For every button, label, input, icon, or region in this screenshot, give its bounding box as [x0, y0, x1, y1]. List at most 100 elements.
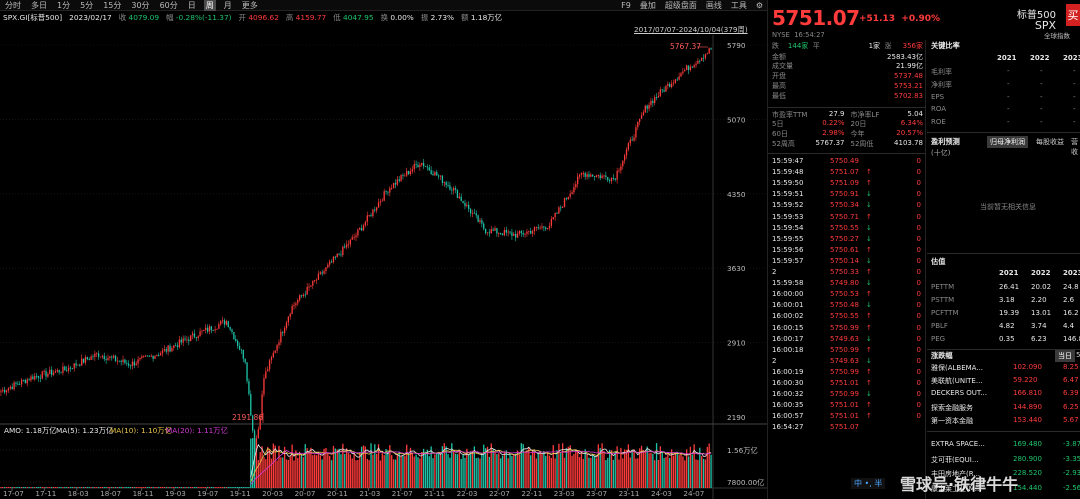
kline-chart[interactable]: 5790 5070 4350 3630 2910 2190 1.56万亿 7800.00亿 1…	[0, 35, 767, 499]
candle-body	[176, 345, 179, 348]
period-more[interactable]: 更多	[240, 0, 260, 11]
tick-row[interactable]: 16:00:30 5751.01 ↑ 0	[772, 379, 923, 388]
tick-row[interactable]: 15:59:47 5750.49 0	[772, 157, 923, 166]
candle-body	[276, 345, 278, 351]
tick-row[interactable]: 16:00:35 5751.01 ↑ 0	[772, 401, 923, 410]
draw-line-button[interactable]: 画线	[706, 0, 722, 11]
period-multiday[interactable]: 多日	[29, 0, 49, 11]
overlay-button[interactable]: 叠加	[640, 0, 656, 11]
period-1min[interactable]: 1分	[55, 0, 72, 11]
ime-indicator[interactable]: 中 •, 半	[851, 478, 886, 489]
volume-bar	[163, 487, 166, 488]
tick-row[interactable]: 15:59:56 5750.61 ↑ 0	[772, 246, 923, 255]
volume-bar	[573, 453, 575, 488]
tick-row[interactable]: 16:00:17 5749.63 ↓ 0	[772, 335, 923, 344]
period-week[interactable]: 周	[203, 0, 216, 11]
ratio-value: -	[1007, 105, 1010, 114]
volume-bar	[280, 457, 282, 488]
valuation-metric-label: PEG	[931, 335, 946, 344]
candle-body	[376, 207, 378, 211]
volume-bar	[240, 487, 243, 488]
volume-bar	[233, 487, 235, 488]
period-60min[interactable]: 60分	[158, 0, 180, 11]
ratio-label: 毛利率	[931, 68, 952, 76]
mover-row[interactable]: 第一资本金融 153.440 5.67	[931, 416, 1080, 427]
tick-price: 5750.99	[830, 323, 859, 332]
tick-row[interactable]: 16:00:18 5750.99 ↑ 0	[772, 346, 923, 355]
tab-revenue[interactable]: 营收	[1068, 136, 1080, 158]
super-panel-button[interactable]: 超级盘面	[665, 0, 697, 11]
tick-row[interactable]: 2 5749.63 ↓ 0	[772, 357, 923, 366]
volume-bar	[159, 487, 162, 488]
tick-row[interactable]: 2 5750.33 ↑ 0	[772, 268, 923, 277]
tick-row[interactable]: 15:59:54 5750.55 ↓ 0	[772, 224, 923, 233]
tab-net-profit[interactable]: 归母净利润	[987, 136, 1028, 148]
tick-row[interactable]: 15:59:52 5750.34 ↓ 0	[772, 201, 923, 210]
candle-body	[503, 230, 506, 236]
mover-row[interactable]: 雅保(ALBEMA... 102.090 8.25	[931, 363, 1080, 374]
tick-row[interactable]: 16:00:57 5751.01 ↑ 0	[772, 412, 923, 421]
year-header: 2023	[1063, 269, 1080, 277]
period-5min[interactable]: 5分	[78, 0, 95, 11]
candle-body	[51, 369, 53, 375]
loser-change: -2.56	[1063, 483, 1080, 492]
global-index-label[interactable]: 全球指数	[1044, 30, 1070, 40]
movers-5m-tab[interactable]: 5m	[1073, 350, 1080, 360]
kline-svg[interactable]: 5790 5070 4350 3630 2910 2190 1.56万亿 7800.00亿 1…	[0, 35, 767, 499]
period-30min[interactable]: 30分	[129, 0, 151, 11]
ratio-value: -	[1007, 79, 1010, 88]
tick-row[interactable]: 15:59:55 5750.27 ↓ 0	[772, 235, 923, 244]
period-day[interactable]: 日	[186, 0, 198, 11]
tick-row[interactable]: 16:00:32 5750.99 ↓ 0	[772, 390, 923, 399]
candle-body	[144, 355, 147, 357]
period-intraday[interactable]: 分时	[3, 0, 23, 11]
buy-button[interactable]: 买	[1066, 4, 1080, 26]
tools-button[interactable]: 工具	[731, 0, 747, 11]
loser-row[interactable]: 艾可菲(EQUI... 280.900 -3.35	[931, 455, 1080, 466]
tick-time: 16:00:01	[772, 301, 804, 310]
tick-row[interactable]: 15:59:51 5750.91 ↓ 0	[772, 190, 923, 199]
tick-time: 16:00:57	[772, 412, 804, 421]
candle-body	[62, 366, 64, 373]
candle-body	[486, 232, 489, 234]
candle-body	[357, 229, 359, 236]
tick-row[interactable]: 15:59:57 5750.14 ↓ 0	[772, 257, 923, 266]
tick-row[interactable]: 16:00:15 5750.99 ↑ 0	[772, 324, 923, 333]
tick-row[interactable]: 15:59:48 5751.07 ↑ 0	[772, 168, 923, 177]
mover-row[interactable]: 探索金融服务 144.890 6.25	[931, 403, 1080, 414]
tick-time: 15:59:54	[772, 223, 804, 232]
candle-body	[691, 66, 693, 68]
mover-row[interactable]: DECKERS OUT... 166.810 6.39	[931, 389, 1080, 400]
volume-bar	[344, 453, 346, 488]
tick-row[interactable]: 16:54:27 5751.07	[772, 423, 923, 432]
candle-body	[563, 198, 566, 208]
candle-body	[413, 164, 415, 170]
tick-row[interactable]: 15:59:50 5751.09 ↑ 0	[772, 179, 923, 188]
tick-row[interactable]: 16:00:19 5750.99 ↑ 0	[772, 368, 923, 377]
tick-row[interactable]: 16:00:01 5750.48 ↓ 0	[772, 301, 923, 310]
valuation-metric-label: PSTTM	[931, 296, 955, 305]
tab-eps[interactable]: 每股收益	[1033, 136, 1067, 148]
f9-button[interactable]: F9	[621, 1, 631, 10]
volume-bar	[704, 459, 707, 488]
movers-today-tab[interactable]: 当日	[1055, 350, 1075, 362]
tick-row[interactable]: 16:00:00 5750.53 ↑ 0	[772, 290, 923, 299]
mover-row[interactable]: 美联航(UNITE... 59.220 6.47	[931, 376, 1080, 387]
candle-body	[473, 212, 476, 214]
volume-bar	[543, 451, 545, 488]
ratio-value: -	[1073, 79, 1076, 88]
volume-bar	[387, 451, 389, 488]
loser-row[interactable]: EXTRA SPACE... 169.480 -3.87	[931, 440, 1080, 451]
tick-row[interactable]: 15:59:53 5750.71 ↑ 0	[772, 213, 923, 222]
period-15min[interactable]: 15分	[101, 0, 123, 11]
valuation-val: 0.22%	[822, 119, 845, 128]
period-month[interactable]: 月	[222, 0, 234, 11]
tick-row[interactable]: 15:59:58 5749.80 ↓ 0	[772, 279, 923, 288]
date-range-label[interactable]: 2017/07/07-2024/10/04(379周)	[634, 25, 748, 35]
ratio-row: EPS - - -	[931, 93, 1080, 104]
gear-icon[interactable]: ⚙	[756, 1, 763, 10]
candle-body	[24, 379, 27, 384]
x-axis-label: 19-07	[197, 489, 218, 498]
tick-row[interactable]: 16:00:02 5750.55 ↑ 0	[772, 312, 923, 321]
tick-volume: 0	[916, 190, 921, 199]
